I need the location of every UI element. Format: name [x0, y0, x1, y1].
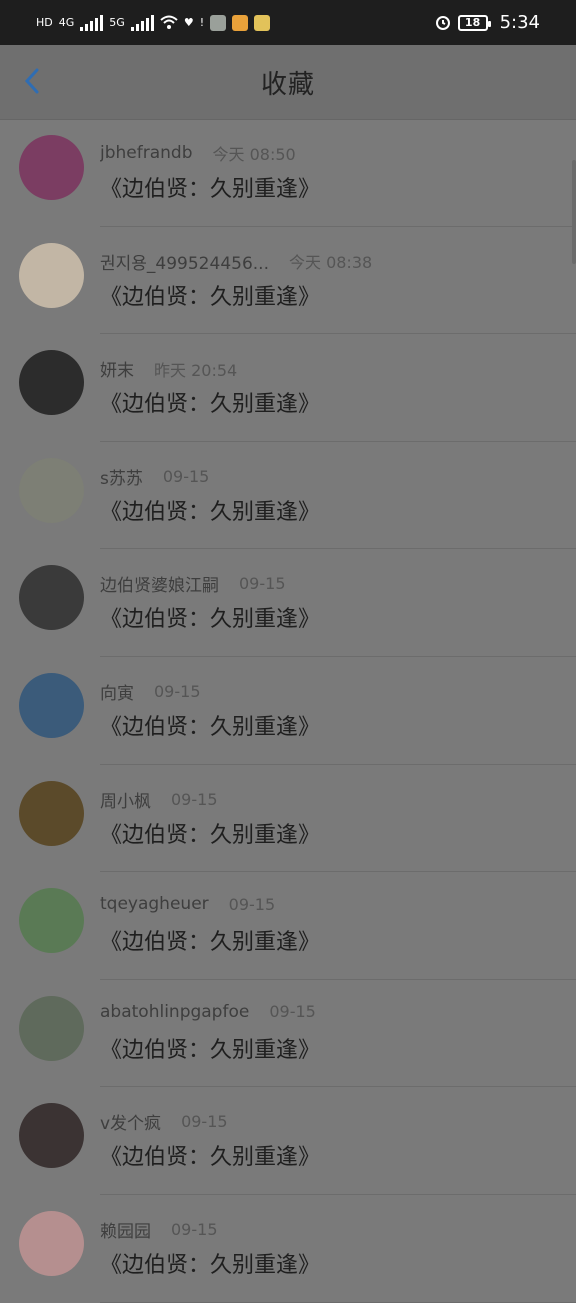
list-item[interactable]: jbhefrandb 今天 08:50 《边伯贤：久别重逢》 — [0, 119, 576, 227]
timestamp: 09-15 — [239, 574, 286, 594]
list-item[interactable]: s苏苏 09-15 《边伯贤：久别重逢》 — [0, 442, 576, 550]
name-line: abatohlinpgapfoe 09-15 — [100, 1002, 316, 1022]
status-right: 18 5:34 — [434, 12, 540, 33]
status-left: HD 4G 5G ♥ ! — [36, 14, 271, 31]
avatar[interactable] — [19, 672, 84, 738]
list-item[interactable]: 妍末 昨天 20:54 《边伯贤：久别重逢》 — [0, 334, 576, 442]
username[interactable]: 妍末 — [100, 356, 134, 381]
network-label: 4G — [58, 16, 75, 29]
favorite-title[interactable]: 《边伯贤：久别重逢》 — [100, 924, 320, 956]
alert-icon: ! — [199, 16, 205, 29]
back-arrow-icon — [24, 68, 39, 94]
scrollbar[interactable] — [572, 160, 576, 264]
list-item[interactable]: tqeyagheuer 09-15 《边伯贤：久别重逢》 — [0, 872, 576, 980]
username[interactable]: 赖园园 — [100, 1217, 151, 1242]
favorite-title[interactable]: 《边伯贤：久别重逢》 — [100, 817, 320, 849]
timestamp: 09-15 — [171, 1219, 218, 1239]
avatar[interactable] — [19, 888, 84, 954]
timestamp: 09-15 — [154, 681, 201, 701]
avatar[interactable] — [19, 1210, 84, 1276]
timestamp: 09-15 — [269, 1002, 316, 1022]
avatar[interactable] — [19, 565, 84, 631]
status-time: 5:34 — [499, 12, 540, 33]
timestamp: 09-15 — [171, 789, 218, 809]
username[interactable]: 向寅 — [100, 679, 134, 704]
page-title: 收藏 — [260, 69, 315, 100]
timestamp: 今天 08:50 — [212, 145, 296, 164]
avatar[interactable] — [19, 780, 84, 846]
list-item[interactable]: 向寅 09-15 《边伯贤：久别重逢》 — [0, 657, 576, 765]
heart-icon: ♥ — [183, 16, 194, 29]
name-line: v发个疯 09-15 — [100, 1109, 228, 1134]
timestamp: 09-15 — [181, 1112, 228, 1132]
name-line: 边伯贤婆娘江嗣 09-15 — [100, 571, 286, 596]
username[interactable]: jbhefrandb — [100, 143, 193, 163]
app-icon — [232, 14, 249, 31]
favorite-title[interactable]: 《边伯贤：久别重逢》 — [100, 1032, 320, 1064]
avatar[interactable] — [19, 995, 84, 1061]
battery-icon: 18 — [457, 14, 491, 31]
signal-bars-icon — [80, 14, 104, 31]
favorite-title[interactable]: 《边伯贤：久别重逢》 — [100, 709, 320, 741]
divider — [100, 1301, 576, 1303]
avatar[interactable] — [19, 135, 84, 200]
list-item[interactable]: 권지용_499524456... 今天 08:38 《边伯贤：久别重逢》 — [0, 227, 576, 335]
name-line: s苏苏 09-15 — [100, 464, 209, 489]
hd-icon: HD — [36, 16, 53, 29]
username[interactable]: 周小枫 — [100, 787, 151, 812]
list-item[interactable]: 边伯贤婆娘江嗣 09-15 《边伯贤：久别重逢》 — [0, 549, 576, 657]
list-item[interactable]: 赖园园 09-15 《边伯贤：久别重逢》 — [0, 1195, 576, 1303]
avatar[interactable] — [19, 350, 84, 416]
status-bar: HD 4G 5G ♥ ! 18 5:34 — [0, 0, 576, 45]
avatar[interactable] — [19, 242, 84, 308]
username[interactable]: v发个疯 — [100, 1109, 161, 1134]
timestamp: 09-15 — [162, 466, 210, 486]
alarm-icon — [434, 13, 452, 33]
favorite-title[interactable]: 《边伯贤：久别重逢》 — [100, 386, 320, 418]
username[interactable]: tqeyagheuer — [100, 894, 209, 914]
favorites-list: jbhefrandb 今天 08:50 《边伯贤：久别重逢》 권지용_49952445… — [0, 119, 576, 1303]
timestamp: 09-15 — [228, 894, 276, 914]
username[interactable]: 권지용_499524456... — [100, 249, 269, 274]
name-line: jbhefrandb 今天 08:50 — [100, 141, 296, 165]
list-item[interactable]: 周小枫 09-15 《边伯贤：久别重逢》 — [0, 765, 576, 873]
wechat-icon — [210, 14, 227, 31]
favorite-title[interactable]: 《边伯贤：久别重逢》 — [100, 171, 320, 203]
name-line: 向寅 09-15 — [100, 679, 201, 704]
favorite-title[interactable]: 《边伯贤：久别重逢》 — [100, 1247, 320, 1279]
avatar[interactable] — [19, 457, 84, 523]
battery-level: 18 — [464, 16, 481, 29]
timestamp: 昨天 20:54 — [154, 360, 238, 380]
list-item[interactable]: v发个疯 09-15 《边伯贤：久别重逢》 — [0, 1087, 576, 1195]
username[interactable]: 边伯贤婆娘江嗣 — [100, 571, 219, 596]
favorite-title[interactable]: 《边伯贤：久别重逢》 — [100, 1139, 320, 1171]
username[interactable]: s苏苏 — [100, 464, 143, 489]
weibo-icon — [254, 14, 271, 31]
name-line: 周小枫 09-15 — [100, 787, 218, 812]
name-line: 赖园园 09-15 — [100, 1217, 218, 1242]
list-item[interactable]: abatohlinpgapfoe 09-15 《边伯贤：久别重逢》 — [0, 980, 576, 1088]
favorite-title[interactable]: 《边伯贤：久别重逢》 — [100, 601, 320, 633]
network-label-5g: 5G — [109, 16, 125, 29]
signal-bars-5g-icon — [130, 14, 154, 31]
wifi-icon — [160, 15, 178, 31]
name-line: 妍末 昨天 20:54 — [100, 356, 238, 382]
name-line: tqeyagheuer 09-15 — [100, 894, 275, 914]
avatar[interactable] — [19, 1103, 84, 1169]
favorite-title[interactable]: 《边伯贤：久别重逢》 — [100, 494, 320, 526]
timestamp: 今天 08:38 — [288, 253, 373, 273]
username[interactable]: abatohlinpgapfoe — [100, 1002, 249, 1022]
name-line: 권지용_499524456... 今天 08:38 — [100, 249, 372, 274]
favorite-title[interactable]: 《边伯贤：久别重逢》 — [100, 279, 320, 311]
back-button[interactable] — [18, 67, 46, 95]
app-bar: 收藏 — [0, 45, 576, 120]
